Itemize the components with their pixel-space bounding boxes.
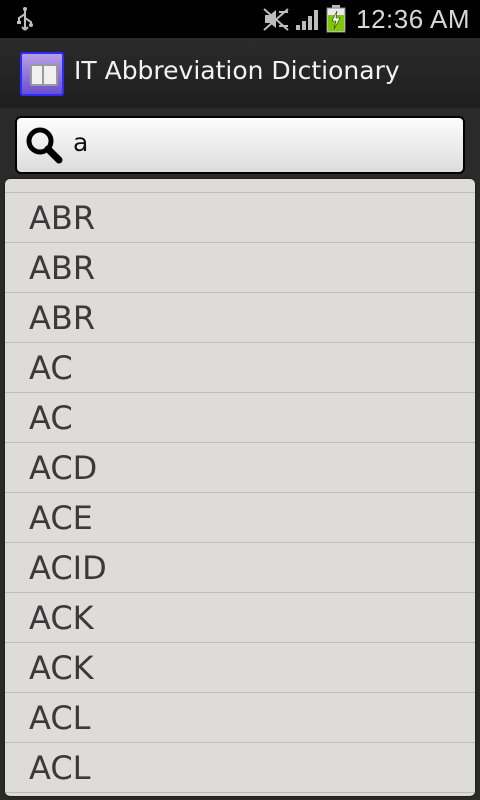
suggestion-list: ABR ABR ABR ABR AC AC ACD ACE ACID ACK A… [5,179,475,793]
suggestion-item[interactable]: AC [5,393,475,443]
suggestion-item[interactable]: ACL [5,743,475,793]
suggestion-item[interactable]: ACID [5,543,475,593]
suggestion-item[interactable]: AC [5,343,475,393]
suggestion-item[interactable]: ACL [5,693,475,743]
autocomplete-dropdown[interactable]: ABR ABR ABR ABR AC AC ACD ACE ACID ACK A… [5,179,475,796]
suggestion-item[interactable]: ABR [5,193,475,243]
suggestion-item[interactable]: ACK [5,593,475,643]
app-title: IT Abbreviation Dictionary [74,56,400,85]
suggestion-item[interactable]: ACK [5,643,475,693]
clock: 12:36 AM [356,3,470,34]
usb-icon [17,7,33,31]
suggestion-item[interactable]: ABR [5,293,475,343]
suggestion-item[interactable]: ABR [5,243,475,293]
battery-charging-icon [326,5,346,33]
search-icon [26,127,63,164]
mute-icon [263,8,289,31]
status-icons: 12:36 AM [258,0,470,38]
search-input[interactable]: a [15,116,465,174]
suggestion-item[interactable]: ACD [5,443,475,493]
search-query: a [73,128,89,157]
main-content: a ABR ABR ABR ABR AC AC ACD ACE ACID ACK… [0,108,480,800]
suggestion-item[interactable]: ACE [5,493,475,543]
signal-icon [296,10,319,30]
status-bar: 12:36 AM [0,0,480,38]
action-bar: IT Abbreviation Dictionary [0,38,480,109]
dictionary-app-icon [20,52,64,96]
suggestion-item[interactable]: ABR [5,179,475,193]
